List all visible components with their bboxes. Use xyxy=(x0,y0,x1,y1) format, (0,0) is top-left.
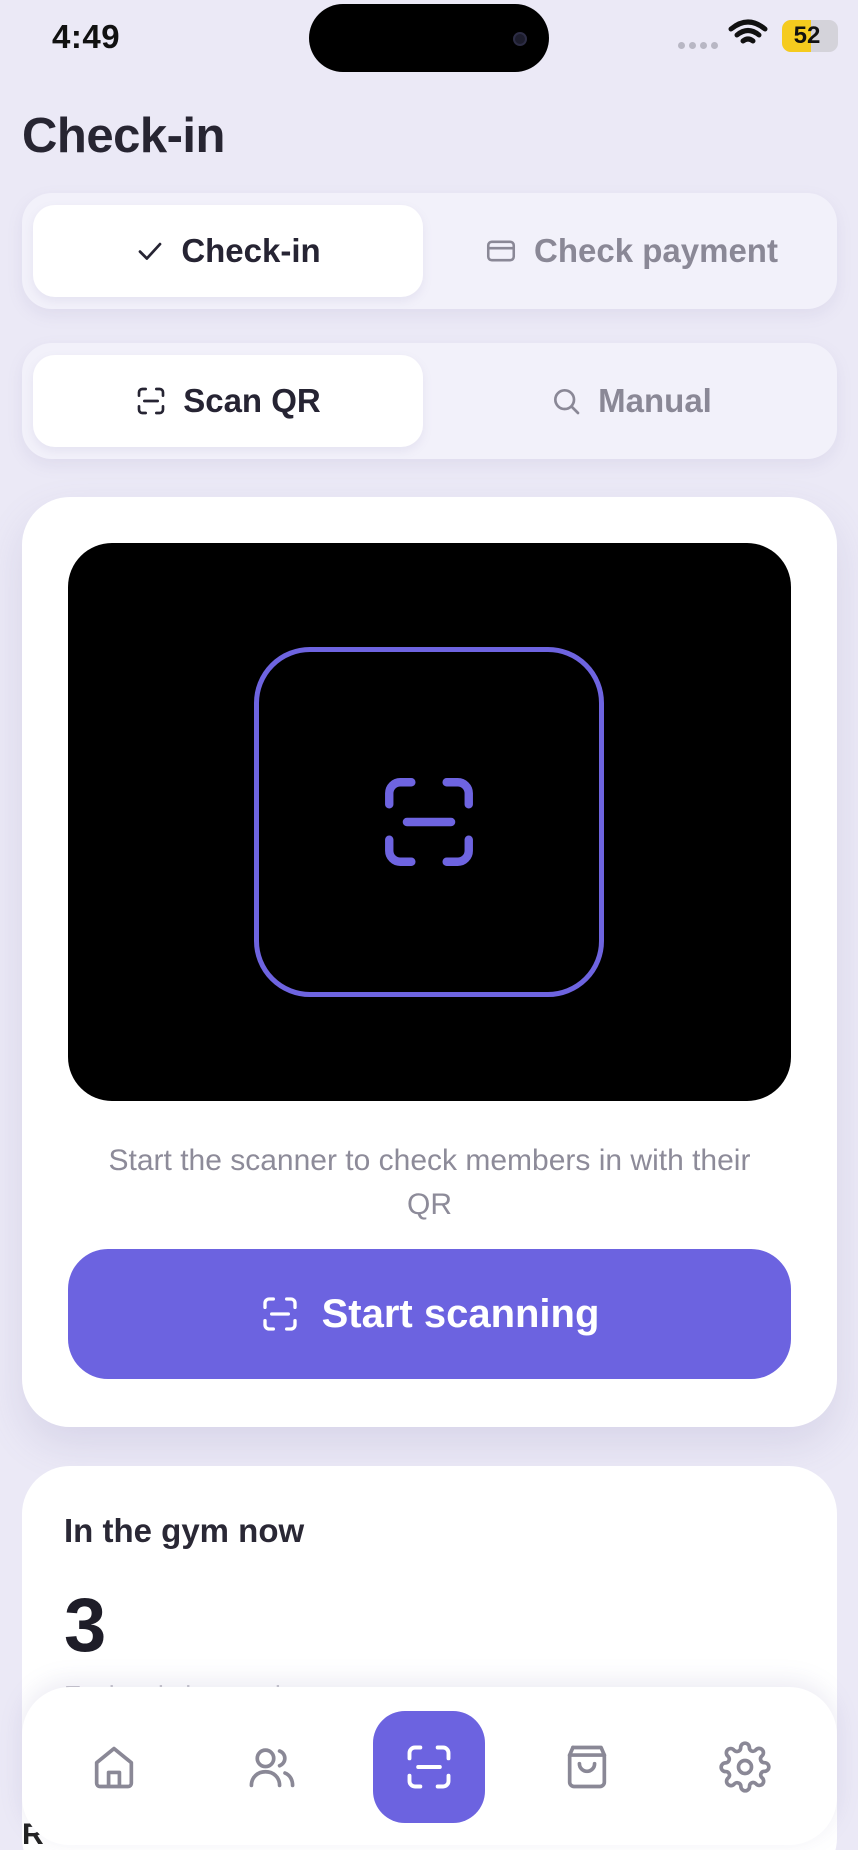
wifi-icon xyxy=(728,19,768,44)
dynamic-island xyxy=(309,4,549,72)
nav-settings[interactable] xyxy=(689,1711,801,1823)
nav-home[interactable] xyxy=(58,1711,170,1823)
tab-check-in[interactable]: Check-in xyxy=(33,205,423,297)
tab-check-payment[interactable]: Check payment xyxy=(436,205,826,297)
in-gym-title: In the gym now xyxy=(64,1512,305,1549)
status-time: 4:49 xyxy=(52,18,121,55)
nav-shop[interactable] xyxy=(531,1711,643,1823)
status-bar: 4:49 52 xyxy=(0,0,858,76)
camera-preview[interactable] xyxy=(68,543,791,1101)
in-gym-count: 3 xyxy=(64,1583,107,1668)
page-title: Check-in xyxy=(22,109,225,163)
nav-check-in[interactable] xyxy=(373,1711,485,1823)
mode-segmented-control: Check-in Check payment xyxy=(22,193,837,309)
tab-manual[interactable]: Manual xyxy=(436,355,826,447)
nav-members[interactable] xyxy=(216,1711,328,1823)
start-scanning-label: Start scanning xyxy=(321,1291,600,1336)
bottom-nav xyxy=(22,1687,837,1845)
cellular-signal-icon xyxy=(678,42,718,49)
gear-icon xyxy=(719,1741,771,1793)
check-icon xyxy=(138,242,162,260)
tab-check-in-label: Check-in xyxy=(181,232,321,269)
search-icon xyxy=(554,389,580,415)
tab-scan-qr[interactable]: Scan QR xyxy=(33,355,423,447)
tab-manual-label: Manual xyxy=(598,382,712,419)
users-icon xyxy=(249,1748,295,1788)
tab-check-payment-label: Check payment xyxy=(534,232,778,269)
scanner-card: Start the scanner to check members in wi… xyxy=(22,497,837,1427)
start-scanning-button[interactable]: Start scanning xyxy=(68,1249,791,1379)
battery-indicator: 52 xyxy=(782,20,838,52)
scan-icon xyxy=(262,1297,297,1331)
home-icon xyxy=(94,1746,134,1789)
battery-percent: 52 xyxy=(793,22,821,49)
scan-icon xyxy=(407,1745,451,1789)
scan-frame xyxy=(254,647,604,997)
scan-icon xyxy=(385,778,473,866)
scan-icon xyxy=(137,387,165,415)
method-segmented-control: Scan QR Manual xyxy=(22,343,837,459)
shopping-bag-icon xyxy=(567,1745,607,1789)
camera-dot xyxy=(513,32,527,46)
card-icon xyxy=(487,240,516,262)
tab-scan-qr-label: Scan QR xyxy=(183,382,321,419)
scanner-hint: Start the scanner to check members in wi… xyxy=(108,1144,751,1221)
